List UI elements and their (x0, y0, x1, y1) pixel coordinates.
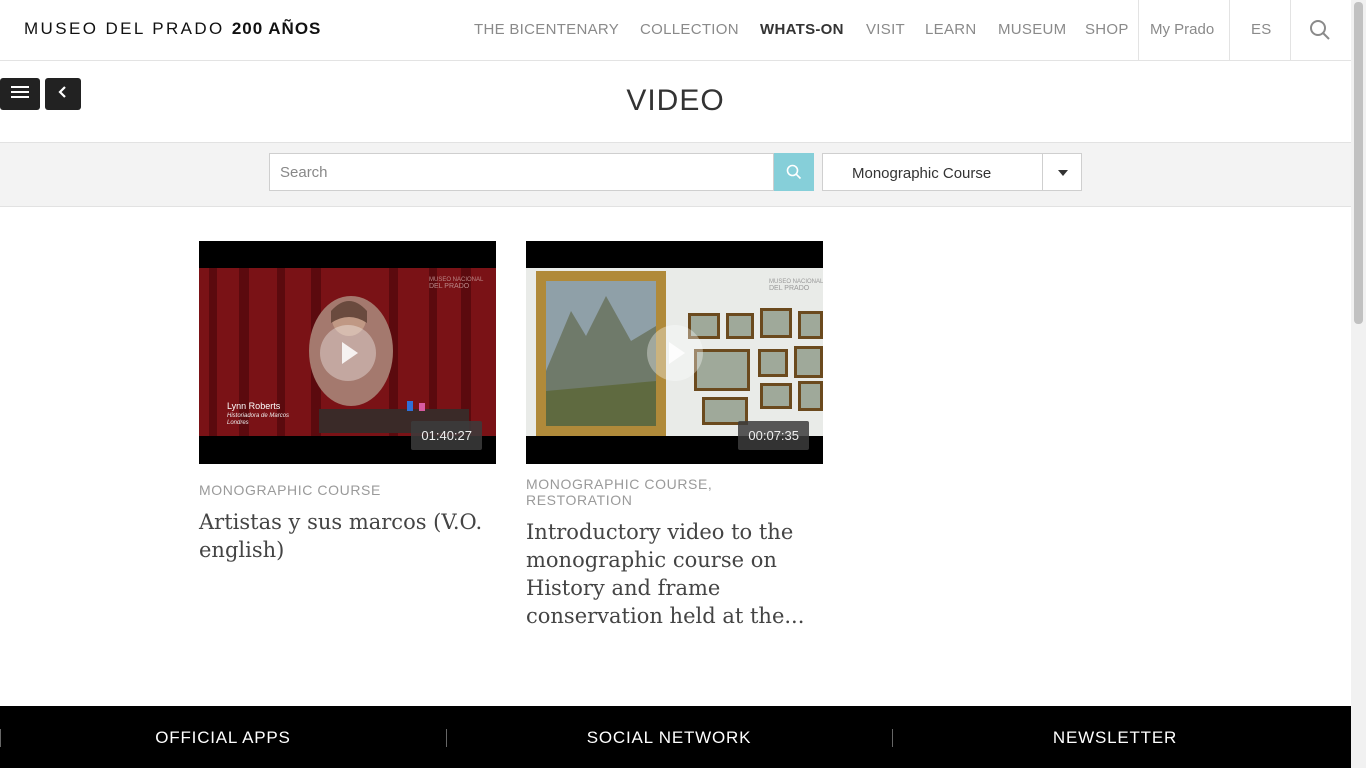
video-thumbnail[interactable]: MUSEO NACIONAL DEL PRADO 00:07:35 (526, 241, 823, 464)
nav-shop[interactable]: SHOP (1085, 21, 1129, 38)
nav-divider (1229, 0, 1230, 60)
video-duration: 01:40:27 (411, 421, 482, 450)
language-switch[interactable]: ES (1251, 21, 1272, 38)
filter-bar: Monographic Course (0, 142, 1351, 207)
footer-newsletter[interactable]: NEWSLETTER (892, 728, 1338, 748)
nav-my-prado[interactable]: My Prado (1150, 21, 1214, 38)
page: MUSEO DEL PRADO 200 AÑOS THE BICENTENARY… (0, 0, 1351, 768)
video-category[interactable]: MONOGRAPHIC COURSE, RESTORATION (526, 476, 786, 508)
nav-learn[interactable]: LEARN (925, 21, 977, 38)
chevron-down-icon[interactable] (1058, 170, 1068, 176)
nav-divider (1290, 0, 1291, 60)
svg-text:DEL PRADO: DEL PRADO (769, 285, 810, 292)
svg-text:Londres: Londres (227, 420, 249, 426)
search-field[interactable] (269, 153, 780, 191)
page-title: VIDEO (626, 84, 725, 117)
video-duration: 00:07:35 (738, 421, 809, 450)
scrollbar-thumb[interactable] (1354, 2, 1363, 324)
video-thumbnail[interactable]: MUSEO NACIONAL DEL PRADO Lynn Roberts Hi… (199, 241, 496, 464)
category-select-value: Monographic Course (852, 165, 992, 182)
search-icon (786, 164, 802, 180)
logo-accent-text: 200 AÑOS (231, 19, 322, 38)
nav-museum[interactable]: MUSEUM (998, 21, 1066, 38)
site-header: MUSEO DEL PRADO 200 AÑOS THE BICENTENARY… (0, 0, 1351, 61)
footer-official-apps[interactable]: OFFICIAL APPS (0, 728, 446, 748)
play-icon[interactable] (320, 325, 376, 381)
svg-text:Historiadora de Marcos: Historiadora de Marcos (227, 413, 289, 419)
video-category[interactable]: MONOGRAPHIC COURSE (199, 482, 381, 498)
svg-text:Lynn Roberts: Lynn Roberts (227, 401, 281, 411)
play-icon[interactable] (647, 325, 703, 381)
site-footer: OFFICIAL APPS SOCIAL NETWORK NEWSLETTER (0, 706, 1351, 768)
search-submit-button[interactable] (774, 153, 814, 191)
search-icon[interactable] (1309, 19, 1331, 41)
footer-social-network[interactable]: SOCIAL NETWORK (446, 728, 892, 748)
nav-whats-on[interactable]: WHATS-ON (760, 21, 844, 38)
select-divider (1042, 154, 1043, 190)
svg-text:DEL PRADO: DEL PRADO (429, 283, 470, 290)
video-title[interactable]: Introductory video to the monographic co… (526, 518, 806, 630)
nav-divider (1138, 0, 1139, 60)
nav-the-bicentenary[interactable]: THE BICENTENARY (474, 21, 619, 38)
search-input[interactable] (270, 154, 780, 190)
logo-main-text: MUSEO DEL PRADO (24, 19, 225, 38)
nav-visit[interactable]: VISIT (866, 21, 905, 38)
video-title[interactable]: Artistas y sus marcos (V.O. english) (199, 508, 496, 564)
site-logo[interactable]: MUSEO DEL PRADO 200 AÑOS (24, 19, 321, 39)
nav-collection[interactable]: COLLECTION (640, 21, 739, 38)
category-select[interactable]: Monographic Course (822, 153, 1082, 191)
page-scrollbar[interactable] (1351, 0, 1366, 768)
